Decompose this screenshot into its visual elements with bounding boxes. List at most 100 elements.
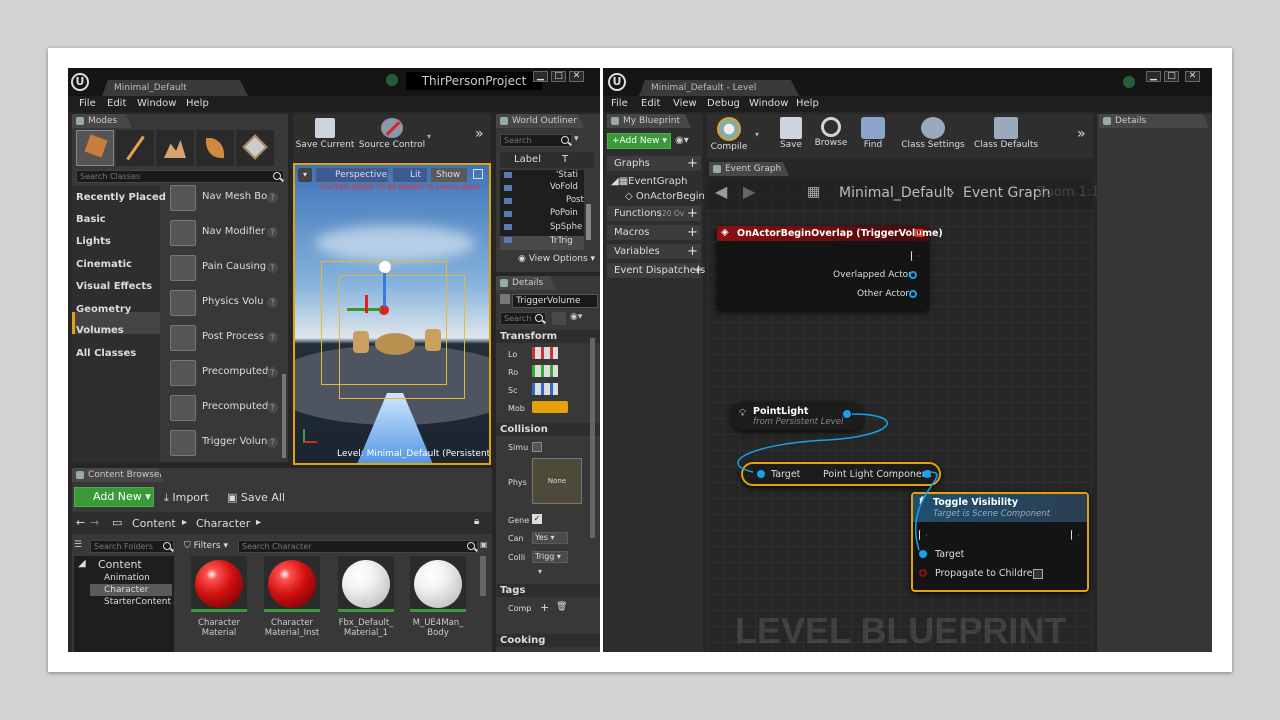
scrollbar[interactable] bbox=[590, 338, 595, 538]
maximize-button[interactable]: □ bbox=[551, 71, 566, 82]
back-arrow-icon[interactable]: ← bbox=[76, 516, 85, 529]
tree-folder-content[interactable]: Content bbox=[98, 558, 142, 571]
show-button[interactable]: Show bbox=[431, 168, 467, 182]
expand-icon[interactable]: ◢ bbox=[78, 558, 86, 569]
place-mode-icon[interactable] bbox=[76, 130, 114, 166]
view-options-button[interactable]: ◉ View Options ▾ bbox=[518, 254, 595, 264]
class-item[interactable]: Precomputed? bbox=[166, 357, 282, 389]
minimize-button[interactable]: ▁ bbox=[533, 71, 548, 82]
landscape-mode-icon[interactable] bbox=[156, 130, 194, 166]
event-dispatchers-section[interactable]: Event Dispatchers + bbox=[607, 263, 705, 278]
viewport[interactable]: ▾ Perspective Lit Show LIGHTING NEEDS TO… bbox=[293, 163, 491, 465]
object-name-field[interactable]: TriggerVolume bbox=[512, 294, 598, 308]
graph-item-eventgraph[interactable]: ◢▦EventGraph bbox=[611, 176, 687, 187]
dropdown-arrow-icon[interactable]: ▾ bbox=[427, 132, 431, 141]
collision-section[interactable]: Collision bbox=[496, 423, 600, 436]
transform-section[interactable]: Transform bbox=[496, 330, 600, 343]
mobility-toggle[interactable] bbox=[532, 401, 568, 413]
property-matrix-icon[interactable] bbox=[552, 312, 566, 325]
location-fields[interactable] bbox=[532, 347, 558, 359]
category-basic[interactable]: Basic bbox=[76, 214, 106, 225]
lit-button[interactable]: Lit bbox=[393, 168, 427, 182]
graph-item-onactorbegin[interactable]: ◇ OnActorBegin bbox=[625, 191, 705, 202]
tree-folder-character[interactable]: Character bbox=[104, 585, 148, 595]
source-control-button[interactable]: Source Control bbox=[357, 118, 427, 150]
tree-folder-animation[interactable]: Animation bbox=[104, 573, 150, 583]
compile-button[interactable]: Compile bbox=[707, 117, 751, 152]
find-button[interactable]: Find bbox=[853, 117, 893, 150]
outliner-row[interactable]: TrTrig bbox=[550, 236, 573, 246]
save-all-button[interactable]: ▣ Save All bbox=[227, 491, 285, 504]
breadcrumb-character[interactable]: Character bbox=[196, 517, 250, 530]
chevron-right-icon[interactable]: » bbox=[475, 126, 484, 142]
category-lights[interactable]: Lights bbox=[76, 236, 111, 247]
asset-thumbnail[interactable] bbox=[264, 556, 320, 612]
import-button[interactable]: ⤓ Import bbox=[164, 491, 209, 505]
class-settings-button[interactable]: Class Settings bbox=[897, 117, 969, 150]
add-new-button[interactable]: Add New ▾ bbox=[74, 487, 154, 507]
details-search-input[interactable]: Search bbox=[500, 312, 546, 325]
menu-window[interactable]: Window bbox=[749, 98, 788, 109]
save-search-icon[interactable]: ▣ bbox=[480, 540, 490, 552]
scrollbar[interactable] bbox=[282, 374, 286, 458]
visibility-eye-icon[interactable] bbox=[504, 172, 512, 248]
outliner-row[interactable]: 'Stati bbox=[556, 170, 578, 180]
outliner-row[interactable]: SpSphe bbox=[550, 222, 582, 232]
expand-arrow-icon[interactable]: ▾ bbox=[538, 567, 542, 576]
outliner-row[interactable]: PoPoin bbox=[550, 208, 578, 218]
save-button[interactable]: Save bbox=[771, 117, 811, 150]
class-item[interactable]: Post Process? bbox=[166, 322, 282, 354]
class-item[interactable]: Precomputed? bbox=[166, 392, 282, 424]
content-browser-tab[interactable]: Content Browser bbox=[72, 468, 164, 482]
gizmo-y-axis[interactable] bbox=[347, 308, 381, 311]
category-all-classes[interactable]: All Classes bbox=[76, 348, 136, 359]
graph-canvas[interactable]: ◀ ▶ ▦ Minimal_Default › Event Graph Zoom… bbox=[707, 178, 1100, 652]
document-tab[interactable]: Minimal_Default - Level bbox=[639, 80, 799, 96]
gizmo-x-axis[interactable] bbox=[365, 295, 368, 313]
foliage-mode-icon[interactable] bbox=[196, 130, 234, 166]
breadcrumb-content[interactable]: Content bbox=[132, 517, 176, 530]
can-step-up-dropdown[interactable]: Yes ▾ bbox=[532, 532, 568, 544]
category-geometry[interactable]: Geometry bbox=[76, 304, 131, 315]
add-new-button[interactable]: +Add New ▾ bbox=[607, 133, 671, 149]
help-icon[interactable]: ? bbox=[267, 332, 278, 343]
viewport-options-icon[interactable]: ▾ bbox=[298, 168, 312, 182]
help-icon[interactable]: ? bbox=[267, 297, 278, 308]
category-recently-placed[interactable]: Recently Placed bbox=[76, 192, 166, 203]
asset-thumbnail[interactable] bbox=[191, 556, 247, 612]
variables-section[interactable]: Variables + bbox=[607, 244, 701, 259]
delete-icon[interactable]: 🗑 bbox=[556, 602, 567, 612]
search-assets-input[interactable]: Search Character bbox=[238, 540, 478, 553]
help-icon[interactable]: ? bbox=[267, 192, 278, 203]
macros-section[interactable]: Macros + bbox=[607, 225, 701, 240]
view-icon[interactable]: ▾ bbox=[574, 134, 592, 147]
asset-thumbnail[interactable] bbox=[410, 556, 466, 612]
menu-help[interactable]: Help bbox=[186, 98, 209, 109]
maximize-button[interactable]: □ bbox=[1164, 71, 1179, 82]
class-item[interactable]: Physics Volu? bbox=[166, 287, 282, 319]
menu-view[interactable]: View bbox=[673, 98, 697, 109]
physics-material-slot[interactable]: None bbox=[532, 458, 582, 504]
menu-edit[interactable]: Edit bbox=[641, 98, 660, 109]
tags-section[interactable]: Tags bbox=[496, 584, 600, 597]
outliner-row[interactable]: VoFold bbox=[550, 182, 578, 192]
chevron-right-icon[interactable]: » bbox=[1077, 126, 1086, 142]
class-item[interactable]: Pain Causing? bbox=[166, 252, 282, 284]
add-icon[interactable]: + bbox=[540, 601, 549, 614]
lock-icon[interactable]: 🔒︎ bbox=[474, 516, 479, 527]
cooking-section[interactable]: Cooking bbox=[496, 634, 600, 647]
menu-edit[interactable]: Edit bbox=[107, 98, 126, 109]
close-button[interactable]: ✕ bbox=[569, 71, 584, 82]
asset-thumbnail[interactable] bbox=[338, 556, 394, 612]
menu-help[interactable]: Help bbox=[796, 98, 819, 109]
category-volumes[interactable]: Volumes bbox=[76, 325, 124, 336]
outliner-row[interactable]: Post bbox=[566, 195, 584, 205]
help-icon[interactable]: ? bbox=[267, 402, 278, 413]
help-icon[interactable]: ? bbox=[267, 437, 278, 448]
scrollbar[interactable] bbox=[586, 204, 591, 240]
menu-file[interactable]: File bbox=[611, 98, 628, 109]
eye-icon[interactable]: ◉▾ bbox=[675, 135, 689, 146]
simulate-checkbox[interactable] bbox=[532, 442, 542, 452]
outliner-search-input[interactable]: Search bbox=[500, 134, 572, 147]
save-current-button[interactable]: Save Current bbox=[295, 118, 355, 150]
